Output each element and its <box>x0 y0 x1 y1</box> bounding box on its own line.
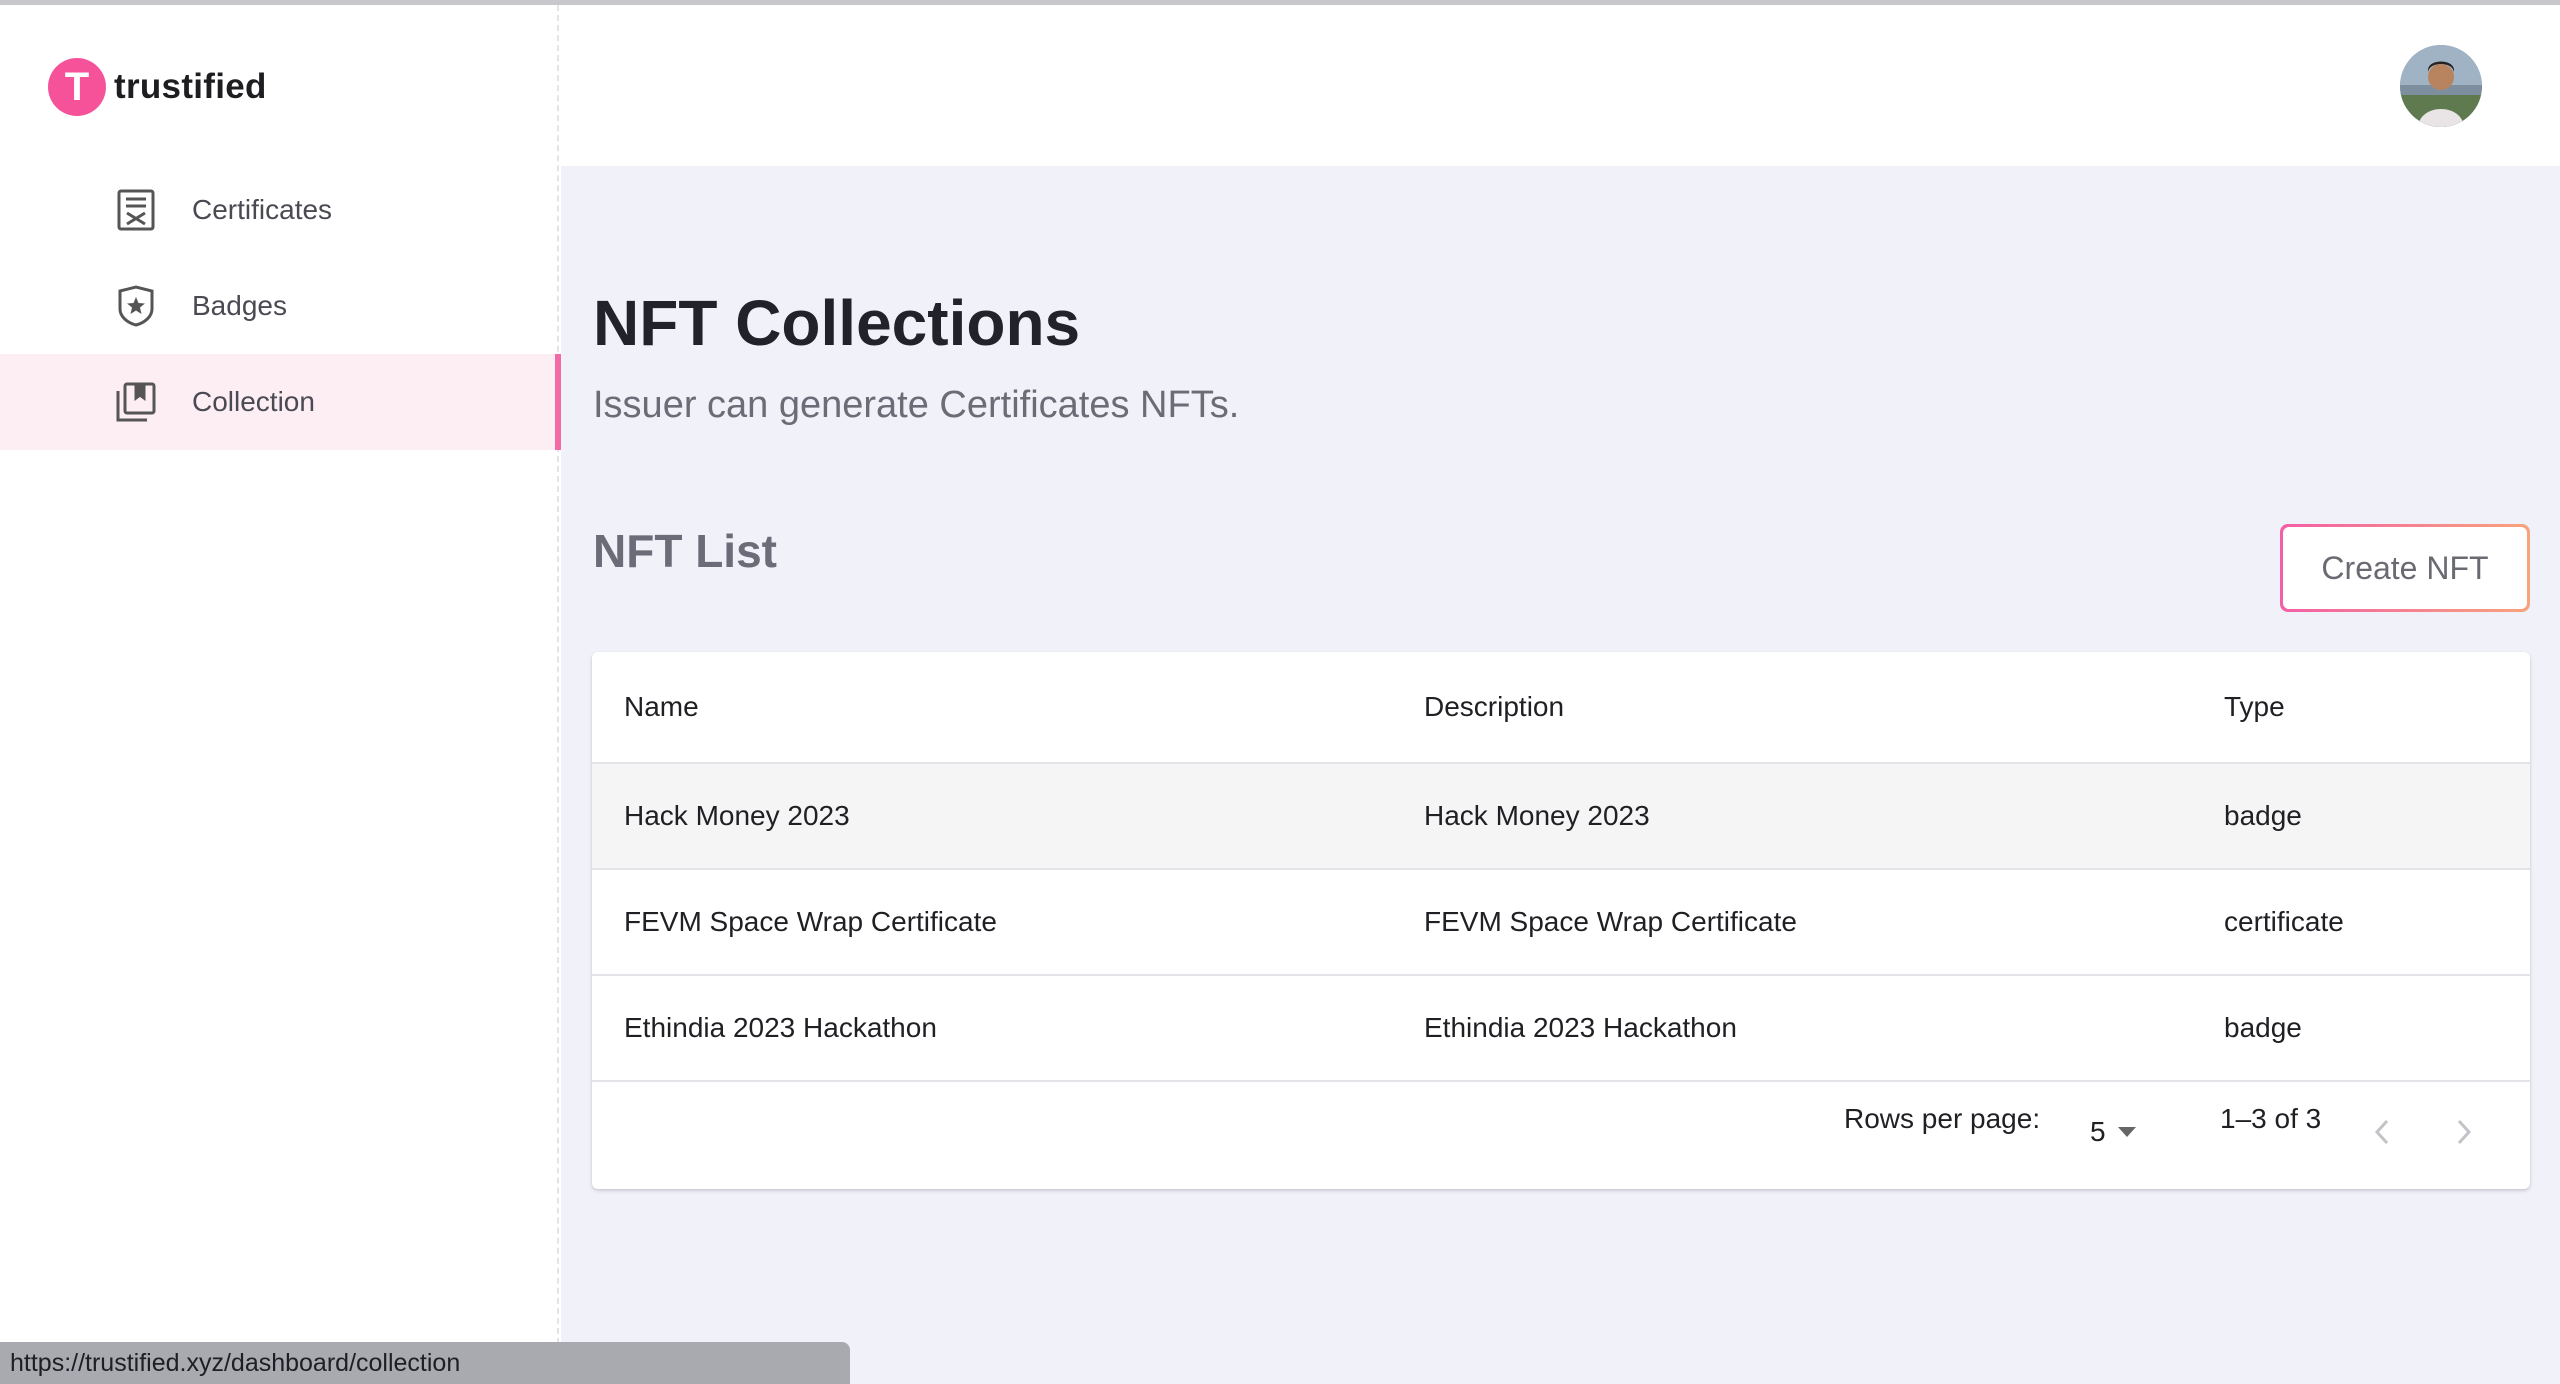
cell-description: FEVM Space Wrap Certificate <box>1424 906 1797 937</box>
chevron-down-icon <box>2117 1127 2136 1137</box>
nft-table: Name Description Type Hack Money 2023 Ha… <box>592 652 2530 1189</box>
column-header-type[interactable]: Type <box>2224 691 2285 723</box>
chevron-left-icon <box>2374 1119 2389 1145</box>
table-header-row: Name Description Type <box>592 652 2530 764</box>
column-header-name[interactable]: Name <box>624 691 699 723</box>
create-nft-button-label: Create NFT <box>2283 527 2527 609</box>
main-content: NFT Collections Issuer can generate Cert… <box>561 166 2560 1384</box>
cell-name: Ethindia 2023 Hackathon <box>624 1012 937 1043</box>
sidebar-item-label: Collection <box>192 386 315 417</box>
table-row[interactable]: Ethindia 2023 Hackathon Ethindia 2023 Ha… <box>592 976 2530 1082</box>
sidebar-item-badges[interactable]: Badges <box>0 258 559 354</box>
pagination-range: 1–3 of 3 <box>2220 1103 2322 1134</box>
rows-per-page-value: 5 <box>2090 1116 2106 1147</box>
table-pagination: Rows per page: 5 1–3 of 3 <box>592 1082 2530 1189</box>
collection-icon <box>114 380 158 424</box>
certificate-icon <box>114 188 158 232</box>
rows-per-page-select[interactable]: 5 <box>2090 1116 2136 1148</box>
sidebar-item-label: Badges <box>192 290 287 321</box>
next-page-button[interactable] <box>2442 1110 2486 1154</box>
create-nft-button[interactable]: Create NFT <box>2280 524 2530 612</box>
logo-mark: T <box>48 58 106 116</box>
section-title: NFT List <box>593 525 777 577</box>
badge-icon <box>114 284 158 328</box>
sidebar: T trustified Certificates Badges Collect… <box>0 5 561 1384</box>
top-header <box>561 5 2560 166</box>
cell-type: badge <box>2224 800 2302 831</box>
status-url: https://trustified.xyz/dashboard/collect… <box>10 1349 461 1377</box>
sidebar-item-certificates[interactable]: Certificates <box>0 162 559 258</box>
cell-description: Hack Money 2023 <box>1424 800 1650 831</box>
cell-description: Ethindia 2023 Hackathon <box>1424 1012 1737 1043</box>
cell-name: FEVM Space Wrap Certificate <box>624 906 997 937</box>
user-avatar[interactable] <box>2400 45 2482 127</box>
sidebar-item-label: Certificates <box>192 194 333 225</box>
rows-per-page-label: Rows per page: <box>1844 1103 2041 1134</box>
sidebar-item-collection[interactable]: Collection <box>0 354 561 450</box>
previous-page-button[interactable] <box>2360 1110 2404 1154</box>
brand-name: trustified <box>114 67 267 106</box>
cell-type: certificate <box>2224 906 2344 937</box>
page-title: NFT Collections <box>593 287 1081 359</box>
table-row[interactable]: FEVM Space Wrap Certificate FEVM Space W… <box>592 870 2530 976</box>
chevron-right-icon <box>2457 1119 2472 1145</box>
table-row[interactable]: Hack Money 2023 Hack Money 2023 badge <box>592 764 2530 870</box>
sidebar-nav: Certificates Badges Collection <box>0 162 561 450</box>
cell-name: Hack Money 2023 <box>624 800 850 831</box>
browser-status-bar: https://trustified.xyz/dashboard/collect… <box>0 1342 850 1384</box>
cell-type: badge <box>2224 1012 2302 1043</box>
column-header-description[interactable]: Description <box>1424 691 1564 723</box>
page-subtitle: Issuer can generate Certificates NFTs. <box>593 384 1240 426</box>
brand-logo[interactable]: T trustified <box>48 57 267 117</box>
